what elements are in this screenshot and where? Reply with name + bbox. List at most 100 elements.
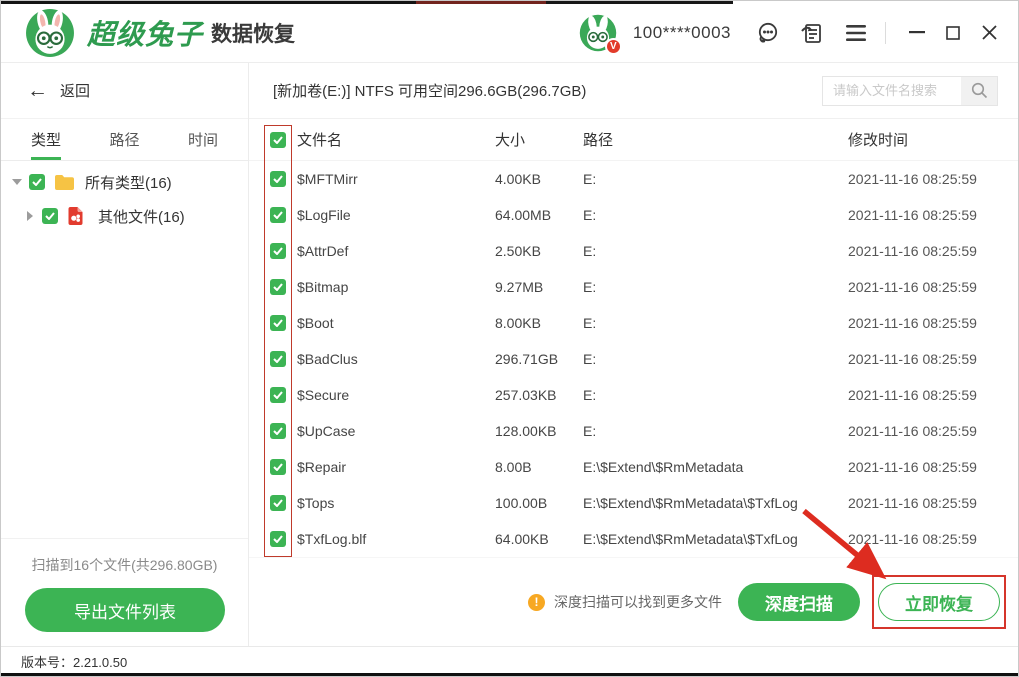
column-header-modified[interactable]: 修改时间 — [848, 129, 1018, 150]
close-icon[interactable] — [974, 18, 1004, 48]
tree-item-all-types[interactable]: 所有类型(16) — [1, 165, 248, 199]
export-file-list-button[interactable]: 导出文件列表 — [25, 588, 225, 632]
table-row[interactable]: $Tops 100.00B E:\$Extend\$RmMetadata\$Tx… — [249, 485, 1018, 521]
cell-file-name: $TxfLog.blf — [297, 531, 367, 547]
vip-badge: V — [604, 37, 622, 55]
back-arrow-icon: ← — [27, 79, 48, 102]
caret-down-icon[interactable] — [11, 179, 23, 185]
deep-scan-hint: 深度扫描可以找到更多文件 — [554, 594, 722, 610]
cell-modified-time: 2021-11-16 08:25:59 — [848, 315, 977, 331]
user-avatar[interactable]: V — [579, 14, 622, 55]
product-name: 数据恢复 — [211, 22, 296, 46]
cell-file-name: $AttrDef — [297, 243, 349, 259]
tab-time[interactable]: 时间 — [188, 119, 218, 160]
row-checkbox[interactable] — [270, 459, 286, 475]
tree-label: 所有类型(16) — [85, 174, 172, 192]
row-checkbox[interactable] — [270, 495, 286, 511]
content: ← 返回 类型 路径 时间 所有类型(16) 其他文件(16) 扫描到16个文件… — [1, 63, 1018, 646]
cell-file-path: E:\$Extend\$RmMetadata\$TxfLog — [583, 495, 798, 511]
caret-right-icon[interactable] — [24, 211, 36, 221]
scan-summary: 扫描到16个文件(共296.80GB) — [31, 557, 218, 573]
search-input[interactable] — [823, 76, 961, 105]
table-row[interactable]: $Boot 8.00KB E: 2021-11-16 08:25:59 — [249, 305, 1018, 341]
table-header: 文件名 大小 路径 修改时间 — [249, 119, 1018, 161]
row-checkbox[interactable] — [270, 387, 286, 403]
cell-file-size: 64.00MB — [495, 207, 552, 223]
minimize-icon[interactable] — [902, 18, 932, 48]
titlebar: 超级兔子 数据恢复 V 100****0003 — [1, 1, 1018, 63]
other-file-icon — [67, 206, 88, 226]
cell-file-size: 128.00KB — [495, 423, 557, 439]
version-text: 版本号：2.21.0.50 — [21, 655, 128, 670]
row-checkbox[interactable] — [270, 279, 286, 295]
row-checkbox[interactable] — [270, 423, 286, 439]
main-panel: [新加卷(E:)] NTFS 可用空间296.6GB(296.7GB) 文件名 … — [249, 63, 1018, 646]
back-button[interactable]: ← 返回 — [1, 63, 248, 119]
tab-path[interactable]: 路径 — [109, 119, 139, 160]
table-row[interactable]: $MFTMirr 4.00KB E: 2021-11-16 08:25:59 — [249, 161, 1018, 197]
table-row[interactable]: $TxfLog.blf 64.00KB E:\$Extend\$RmMetada… — [249, 521, 1018, 557]
tree-checkbox[interactable] — [29, 174, 45, 190]
cell-file-path: E: — [583, 351, 597, 367]
cell-file-name: $Bitmap — [297, 279, 349, 295]
row-checkbox[interactable] — [270, 171, 286, 187]
cell-file-path: E: — [583, 279, 597, 295]
feedback-icon[interactable] — [797, 18, 827, 48]
cell-file-name: $Repair — [297, 459, 347, 475]
titlebar-divider — [885, 21, 886, 44]
table-row[interactable]: $AttrDef 2.50KB E: 2021-11-16 08:25:59 — [249, 233, 1018, 269]
cell-file-size: 64.00KB — [495, 531, 549, 547]
column-header-size[interactable]: 大小 — [495, 129, 583, 150]
tab-type[interactable]: 类型 — [31, 119, 61, 160]
tree-label: 其他文件(16) — [98, 208, 185, 226]
menu-icon[interactable] — [841, 18, 871, 48]
cell-modified-time: 2021-11-16 08:25:59 — [848, 531, 977, 547]
table-row[interactable]: $LogFile 64.00MB E: 2021-11-16 08:25:59 — [249, 197, 1018, 233]
cell-file-size: 8.00KB — [495, 315, 541, 331]
search-icon[interactable] — [961, 76, 997, 105]
table-row[interactable]: $UpCase 128.00KB E: 2021-11-16 08:25:59 — [249, 413, 1018, 449]
cell-file-size: 4.00KB — [495, 171, 541, 187]
cell-file-path: E: — [583, 243, 597, 259]
row-checkbox[interactable] — [270, 315, 286, 331]
sidebar-bottom: 扫描到16个文件(共296.80GB) 导出文件列表 — [1, 538, 248, 646]
deep-scan-button[interactable]: 深度扫描 — [738, 583, 860, 621]
cell-modified-time: 2021-11-16 08:25:59 — [848, 495, 977, 511]
table-row[interactable]: $Secure 257.03KB E: 2021-11-16 08:25:59 — [249, 377, 1018, 413]
tree-item-other-files[interactable]: 其他文件(16) — [1, 199, 248, 233]
file-type-tree: 所有类型(16) 其他文件(16) — [1, 161, 248, 538]
cell-file-path: E: — [583, 207, 597, 223]
cell-file-name: $BadClus — [297, 351, 358, 367]
row-checkbox[interactable] — [270, 207, 286, 223]
row-checkbox[interactable] — [270, 351, 286, 367]
row-checkbox[interactable] — [270, 243, 286, 259]
maximize-icon[interactable] — [938, 18, 968, 48]
cell-file-size: 100.00B — [495, 495, 548, 511]
action-bar: ! 深度扫描可以找到更多文件 深度扫描 立即恢复 — [249, 557, 1018, 646]
row-checkbox[interactable] — [270, 531, 286, 547]
select-all-checkbox[interactable] — [270, 131, 286, 148]
sidebar: ← 返回 类型 路径 时间 所有类型(16) 其他文件(16) 扫描到16个文件… — [1, 63, 249, 646]
drive-bar: [新加卷(E:)] NTFS 可用空间296.6GB(296.7GB) — [249, 63, 1018, 119]
cell-file-name: $Secure — [297, 387, 350, 403]
cell-file-name: $MFTMirr — [297, 171, 358, 187]
search-box — [822, 75, 998, 106]
recover-now-button[interactable]: 立即恢复 — [878, 583, 1000, 621]
titlebar-right: V 100****0003 — [579, 14, 1004, 55]
cell-file-name: $UpCase — [297, 423, 356, 439]
cell-modified-time: 2021-11-16 08:25:59 — [848, 459, 977, 475]
table-row[interactable]: $Repair 8.00B E:\$Extend\$RmMetadata 202… — [249, 449, 1018, 485]
cell-file-path: E:\$Extend\$RmMetadata\$TxfLog — [583, 531, 798, 547]
cell-modified-time: 2021-11-16 08:25:59 — [848, 171, 977, 187]
column-header-name[interactable]: 文件名 — [297, 129, 495, 150]
back-label: 返回 — [60, 83, 91, 100]
cell-file-path: E: — [583, 423, 597, 439]
column-header-path[interactable]: 路径 — [583, 129, 848, 150]
table-row[interactable]: $BadClus 296.71GB E: 2021-11-16 08:25:59 — [249, 341, 1018, 377]
customer-service-icon[interactable] — [753, 18, 783, 48]
tree-checkbox[interactable] — [42, 208, 58, 224]
table-row[interactable]: $Bitmap 9.27MB E: 2021-11-16 08:25:59 — [249, 269, 1018, 305]
app-window: 超级兔子 数据恢复 V 100****0003 ← 返回 类型 路径 时间 所有… — [0, 0, 1019, 677]
cell-file-path: E: — [583, 171, 597, 187]
cell-modified-time: 2021-11-16 08:25:59 — [848, 207, 977, 223]
